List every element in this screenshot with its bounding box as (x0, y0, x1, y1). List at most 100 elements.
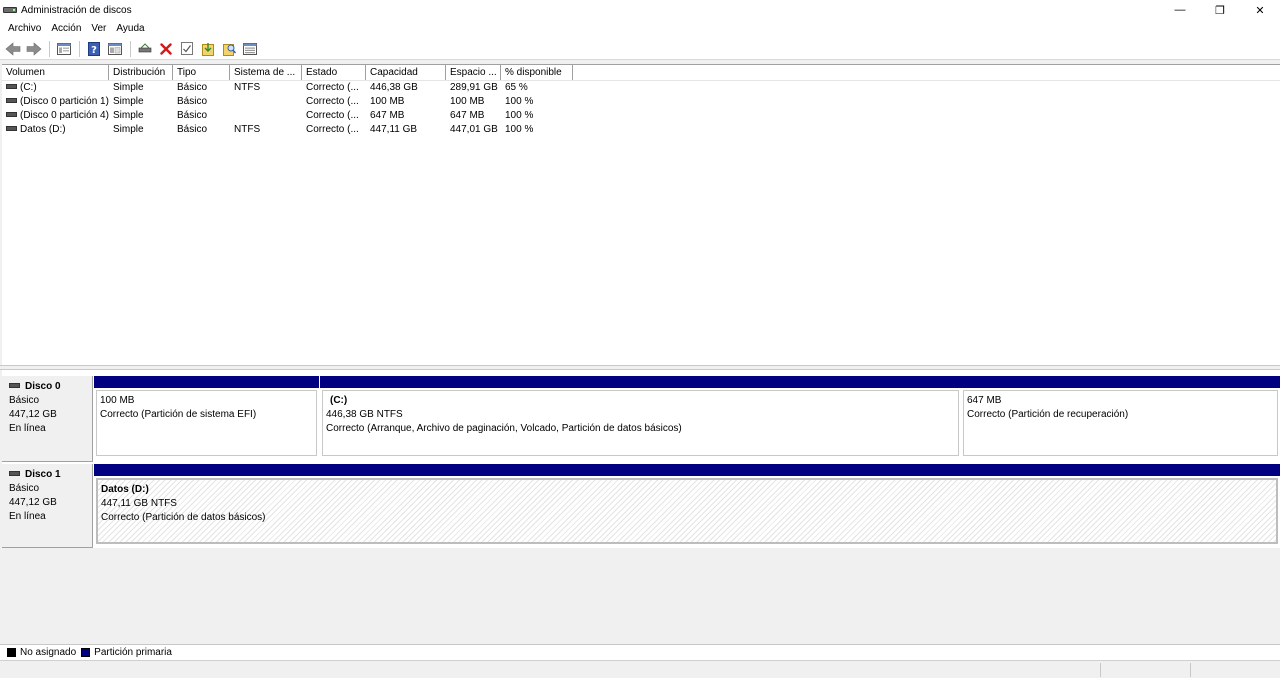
partition-details: 100 MB Correcto (Partición de sistema EF… (96, 390, 317, 456)
disk-management-app-icon (3, 4, 17, 16)
layout-cell: Simple (113, 124, 144, 135)
filesystem-cell (230, 109, 302, 123)
toolbar: ? (0, 38, 1280, 60)
volume-name: Datos (D:) (20, 124, 66, 135)
menu-bar: Archivo Acción Ver Ayuda (0, 20, 1280, 38)
capacity-cell: 647 MB (370, 110, 405, 121)
console-tree-icon[interactable] (54, 40, 74, 58)
percent-free-cell: 100 % (505, 110, 534, 121)
disk-status: En línea (9, 423, 46, 434)
menu-archivo[interactable]: Archivo (3, 20, 46, 38)
import-icon[interactable] (198, 40, 218, 58)
close-button[interactable]: ✕ (1240, 0, 1280, 20)
find-icon[interactable] (219, 40, 239, 58)
partition-status: Correcto (Partición de datos básicos) (101, 512, 266, 523)
partition-recovery[interactable]: 647 MB Correcto (Partición de recuperaci… (961, 376, 1280, 456)
percent-free-cell: 100 % (505, 124, 534, 135)
volume-icon (6, 97, 17, 103)
disk-label-0[interactable]: Disco 0 Básico 447,12 GB En línea (2, 376, 93, 462)
back-icon[interactable] (3, 40, 23, 58)
partition-details: 647 MB Correcto (Partición de recuperaci… (963, 390, 1278, 456)
type-cell: Básico (177, 124, 208, 135)
layout-cell: Simple (113, 82, 144, 93)
disk-icon (9, 470, 20, 476)
partition-c[interactable]: (C:) 446,38 GB NTFS Correcto (Arranque, … (320, 376, 961, 456)
menu-ayuda[interactable]: Ayuda (111, 20, 149, 38)
window-title: Administración de discos (21, 4, 132, 16)
partition-size: 446,38 GB NTFS (326, 409, 403, 420)
toolbar-separator (49, 40, 50, 57)
properties-icon[interactable] (105, 40, 125, 58)
column-header-volumen[interactable]: Volumen (2, 65, 109, 80)
free-space-cell: 647 MB (450, 110, 485, 121)
restore-button[interactable]: ❐ (1200, 0, 1240, 20)
type-cell: Básico (177, 96, 208, 107)
percent-free-cell: 65 % (505, 82, 528, 93)
volume-cell: Datos (D:) (2, 123, 109, 137)
capacity-cell: 100 MB (370, 96, 405, 107)
disk-label-1[interactable]: Disco 1 Básico 447,12 GB En línea (2, 464, 93, 548)
toolbar-separator (130, 40, 131, 57)
capacity-cell: 446,38 GB (370, 82, 418, 93)
volume-name: (Disco 0 partición 4) (20, 110, 109, 121)
disk-row-0: Disco 0 Básico 447,12 GB En línea 100 MB… (2, 376, 1280, 462)
column-header-distribucion[interactable]: Distribución (109, 65, 173, 80)
partition-size: 100 MB (100, 395, 135, 406)
volume-icon (6, 125, 17, 131)
table-row[interactable]: (C:) Simple Básico NTFS Correcto (... 44… (2, 81, 1280, 95)
filesystem-cell: NTFS (234, 124, 261, 135)
disk-name: Disco 0 (25, 381, 61, 392)
primary-partition-bar (320, 376, 961, 388)
window-controls: — ❐ ✕ (1160, 0, 1280, 20)
type-cell: Básico (177, 82, 208, 93)
percent-free-cell: 100 % (505, 96, 534, 107)
partition-label: Datos (D:) (101, 484, 149, 495)
column-header-disponible[interactable]: % disponible (501, 65, 573, 80)
delete-icon[interactable] (156, 40, 176, 58)
disk-name: Disco 1 (25, 469, 61, 480)
column-header-tipo[interactable]: Tipo (173, 65, 230, 80)
free-space-cell: 447,01 GB (450, 124, 498, 135)
check-icon[interactable] (177, 40, 197, 58)
help-icon[interactable]: ? (84, 40, 104, 58)
partition-size: 647 MB (967, 395, 1002, 406)
legend-label: Partición primaria (94, 647, 172, 658)
partition-d[interactable]: Datos (D:) 447,11 GB NTFS Correcto (Part… (94, 464, 1280, 544)
status-bar (0, 660, 1280, 678)
legend-label: No asignado (20, 647, 77, 658)
volume-cell: (C:) (2, 81, 109, 95)
partition-status: Correcto (Arranque, Archivo de paginació… (326, 423, 682, 434)
column-header-estado[interactable]: Estado (302, 65, 366, 80)
table-row[interactable]: (Disco 0 partición 4) Simple Básico Corr… (2, 109, 1280, 123)
unallocated-swatch (7, 648, 16, 657)
status-cell: Correcto (... (306, 110, 359, 121)
connect-disk-icon[interactable] (135, 40, 155, 58)
list-view-icon[interactable] (240, 40, 260, 58)
disk-type: Básico (9, 483, 40, 494)
table-row[interactable]: Datos (D:) Simple Básico NTFS Correcto (… (2, 123, 1280, 137)
disk-graphical-view: Disco 0 Básico 447,12 GB En línea 100 MB… (2, 370, 1280, 644)
column-header-capacidad[interactable]: Capacidad (366, 65, 446, 80)
menu-accion[interactable]: Acción (46, 20, 86, 38)
disk-icon (9, 382, 20, 388)
status-cell: Correcto (... (306, 124, 359, 135)
column-header-espacio[interactable]: Espacio ... (446, 65, 501, 80)
disk-type: Básico (9, 395, 40, 406)
primary-partition-bar (961, 376, 1280, 388)
volume-cell: (Disco 0 partición 1) (2, 95, 109, 109)
column-header-sistema[interactable]: Sistema de ... (230, 65, 302, 80)
disk-size: 447,12 GB (9, 409, 57, 420)
partition-label: (C:) (330, 395, 348, 406)
status-cell: Correcto (... (306, 82, 359, 93)
status-separator (1190, 663, 1191, 677)
partition-efi[interactable]: 100 MB Correcto (Partición de sistema EF… (94, 376, 319, 456)
table-row[interactable]: (Disco 0 partición 1) Simple Básico Corr… (2, 95, 1280, 109)
partition-status: Correcto (Partición de recuperación) (967, 409, 1129, 420)
forward-icon[interactable] (24, 40, 44, 58)
type-cell: Básico (177, 110, 208, 121)
volume-name: (Disco 0 partición 1) (20, 96, 109, 107)
minimize-button[interactable]: — (1160, 0, 1200, 20)
disk-status: En línea (9, 511, 46, 522)
menu-ver[interactable]: Ver (86, 20, 111, 38)
disk-size: 447,12 GB (9, 497, 57, 508)
